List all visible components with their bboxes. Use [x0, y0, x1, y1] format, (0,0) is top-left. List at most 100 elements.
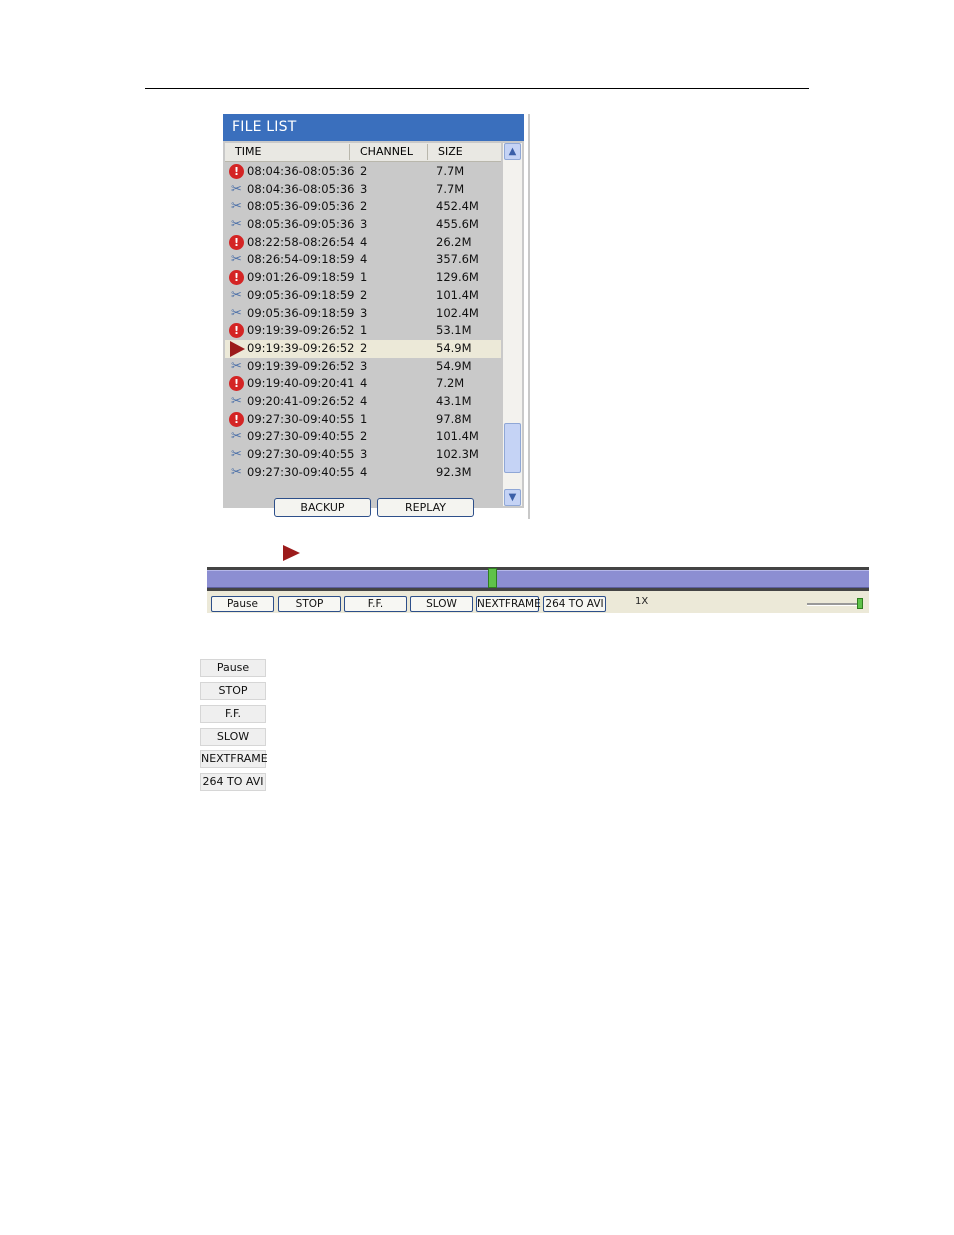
- file-row[interactable]: ! 09:19:39-09:26:52 1 53.1M: [225, 322, 501, 340]
- row-channel: 2: [360, 429, 368, 444]
- normal-record-icon: ✂: [231, 199, 242, 215]
- file-list-title: FILE LIST: [223, 114, 524, 141]
- row-time: 08:05:36-09:05:36: [247, 199, 355, 214]
- file-row[interactable]: ✂ 08:05:36-09:05:36 2 452.4M: [225, 198, 501, 216]
- playback-timeline[interactable]: [207, 570, 869, 588]
- row-channel: 3: [360, 217, 368, 232]
- play-marker-icon: [283, 545, 300, 561]
- row-channel: 2: [360, 199, 368, 214]
- row-size: 7.2M: [436, 376, 465, 391]
- file-row[interactable]: ! 08:04:36-08:05:36 2 7.7M: [225, 163, 501, 181]
- file-row[interactable]: ✂ 08:05:36-09:05:36 3 455.6M: [225, 216, 501, 234]
- row-size: 54.9M: [436, 340, 472, 355]
- backup-button[interactable]: BACKUP: [274, 498, 371, 517]
- alarm-record-icon: !: [229, 234, 244, 250]
- row-time: 08:22:58-08:26:54: [247, 234, 355, 249]
- row-size: 129.6M: [436, 270, 479, 285]
- row-size: 101.4M: [436, 287, 479, 302]
- next-frame-button[interactable]: NEXTFRAME: [476, 596, 541, 612]
- row-channel: 4: [360, 376, 368, 391]
- row-size: 357.6M: [436, 252, 479, 267]
- row-channel: 3: [360, 447, 368, 461]
- alarm-record-icon: !: [229, 270, 244, 286]
- file-row[interactable]: ! 09:19:40-09:20:41 4 7.2M: [225, 375, 501, 393]
- row-time: 08:26:54-09:18:59: [247, 252, 355, 267]
- row-channel: 3: [360, 181, 368, 196]
- slow-button[interactable]: SLOW: [410, 596, 473, 612]
- file-row[interactable]: ✂ 09:27:30-09:40:55 4 92.3M: [225, 464, 501, 482]
- file-row[interactable]: 09:19:39-09:26:52 2 54.9M: [225, 339, 501, 358]
- row-size: 53.1M: [436, 323, 472, 338]
- column-divider[interactable]: [349, 144, 350, 160]
- file-row[interactable]: ✂ 08:04:36-08:05:36 3 7.7M: [225, 181, 501, 199]
- stop-button[interactable]: STOP: [278, 596, 341, 612]
- timeline-slider-handle[interactable]: [488, 568, 497, 588]
- row-size: 452.4M: [436, 199, 479, 214]
- row-time: 09:19:40-09:20:41: [247, 376, 355, 391]
- pause-button[interactable]: Pause: [211, 596, 274, 612]
- row-channel: 4: [360, 252, 368, 267]
- normal-record-icon: ✂: [231, 181, 242, 197]
- volume-slider-handle[interactable]: [857, 598, 863, 609]
- scroll-down-button[interactable]: ▼: [504, 489, 521, 506]
- file-rows: ! 08:04:36-08:05:36 2 7.7M ✂ 08:04:36-08:05:3…: [225, 163, 501, 481]
- file-list-panel: FILE LIST TIME CHANNEL SIZE ! 08:04:36-08…: [223, 114, 530, 519]
- row-time: 09:01:26-09:18:59: [247, 270, 355, 285]
- file-row[interactable]: ✂ 08:26:54-09:18:59 4 357.6M: [225, 251, 501, 269]
- scroll-thumb[interactable]: [504, 423, 521, 473]
- row-size: 101.4M: [436, 429, 479, 444]
- convert-avi-button[interactable]: 264 TO AVI: [543, 596, 606, 612]
- file-row[interactable]: ✂ 09:20:41-09:26:52 4 43.1M: [225, 393, 501, 411]
- column-time[interactable]: TIME: [235, 145, 261, 158]
- row-time: 09:05:36-09:18:59: [247, 287, 355, 302]
- alarm-record-icon: !: [229, 323, 244, 339]
- file-row[interactable]: ! 08:22:58-08:26:54 4 26.2M: [225, 234, 501, 252]
- row-time: 09:19:39-09:26:52: [247, 358, 355, 373]
- fast-forward-button[interactable]: F.F.: [344, 596, 407, 612]
- column-divider[interactable]: [427, 144, 428, 160]
- scroll-up-button[interactable]: ▲: [504, 143, 521, 160]
- row-channel: 1: [360, 270, 368, 285]
- row-size: 97.8M: [436, 411, 472, 426]
- file-row[interactable]: ✂ 09:27:30-09:40:55 2 101.4M: [225, 428, 501, 446]
- row-size: 43.1M: [436, 393, 472, 408]
- scrollbar[interactable]: ▲ ▼: [503, 143, 522, 506]
- normal-record-icon: ✂: [231, 429, 242, 445]
- speed-indicator: 1X: [635, 596, 649, 607]
- file-row[interactable]: ✂ 09:19:39-09:26:52 3 54.9M: [225, 358, 501, 376]
- row-size: 26.2M: [436, 234, 472, 249]
- column-channel[interactable]: CHANNEL: [360, 145, 413, 158]
- row-size: 54.9M: [436, 358, 472, 373]
- normal-record-icon: ✂: [231, 464, 242, 480]
- row-channel: 2: [360, 164, 368, 178]
- file-row[interactable]: ✂ 09:27:30-09:40:55 3 102.3M: [225, 446, 501, 464]
- volume-track[interactable]: [807, 603, 859, 606]
- row-channel: 3: [360, 305, 368, 320]
- alarm-record-icon: !: [229, 376, 244, 392]
- row-time: 09:27:30-09:40:55: [247, 464, 355, 479]
- row-time: 09:27:30-09:40:55: [247, 429, 355, 444]
- file-row[interactable]: ✂ 09:05:36-09:18:59 2 101.4M: [225, 287, 501, 305]
- normal-record-icon: ✂: [231, 305, 242, 321]
- normal-record-icon: ✂: [231, 358, 242, 374]
- file-row[interactable]: ! 09:27:30-09:40:55 1 97.8M: [225, 411, 501, 429]
- replay-button[interactable]: REPLAY: [377, 498, 474, 517]
- alarm-record-icon: !: [229, 411, 244, 427]
- row-channel: 3: [360, 358, 368, 373]
- row-channel: 2: [360, 340, 368, 355]
- column-size[interactable]: SIZE: [438, 145, 463, 158]
- playback-controls: Pause STOP F.F. SLOW NEXTFRAME 264 TO AV…: [207, 591, 869, 613]
- legend-slow-button: SLOW: [200, 728, 266, 746]
- normal-record-icon: ✂: [231, 287, 242, 303]
- legend-stop-button: STOP: [200, 682, 266, 700]
- row-size: 7.7M: [436, 164, 465, 178]
- row-time: 08:04:36-08:05:36: [247, 181, 355, 196]
- file-list[interactable]: TIME CHANNEL SIZE ! 08:04:36-08:05:36 2 7.7…: [223, 141, 524, 508]
- row-size: 455.6M: [436, 217, 479, 232]
- row-size: 102.4M: [436, 305, 479, 320]
- normal-record-icon: ✂: [231, 252, 242, 268]
- file-row[interactable]: ✂ 09:05:36-09:18:59 3 102.4M: [225, 305, 501, 323]
- legend-pause-button: Pause: [200, 659, 266, 677]
- file-row[interactable]: ! 09:01:26-09:18:59 1 129.6M: [225, 269, 501, 287]
- row-time: 09:19:39-09:26:52: [247, 323, 355, 338]
